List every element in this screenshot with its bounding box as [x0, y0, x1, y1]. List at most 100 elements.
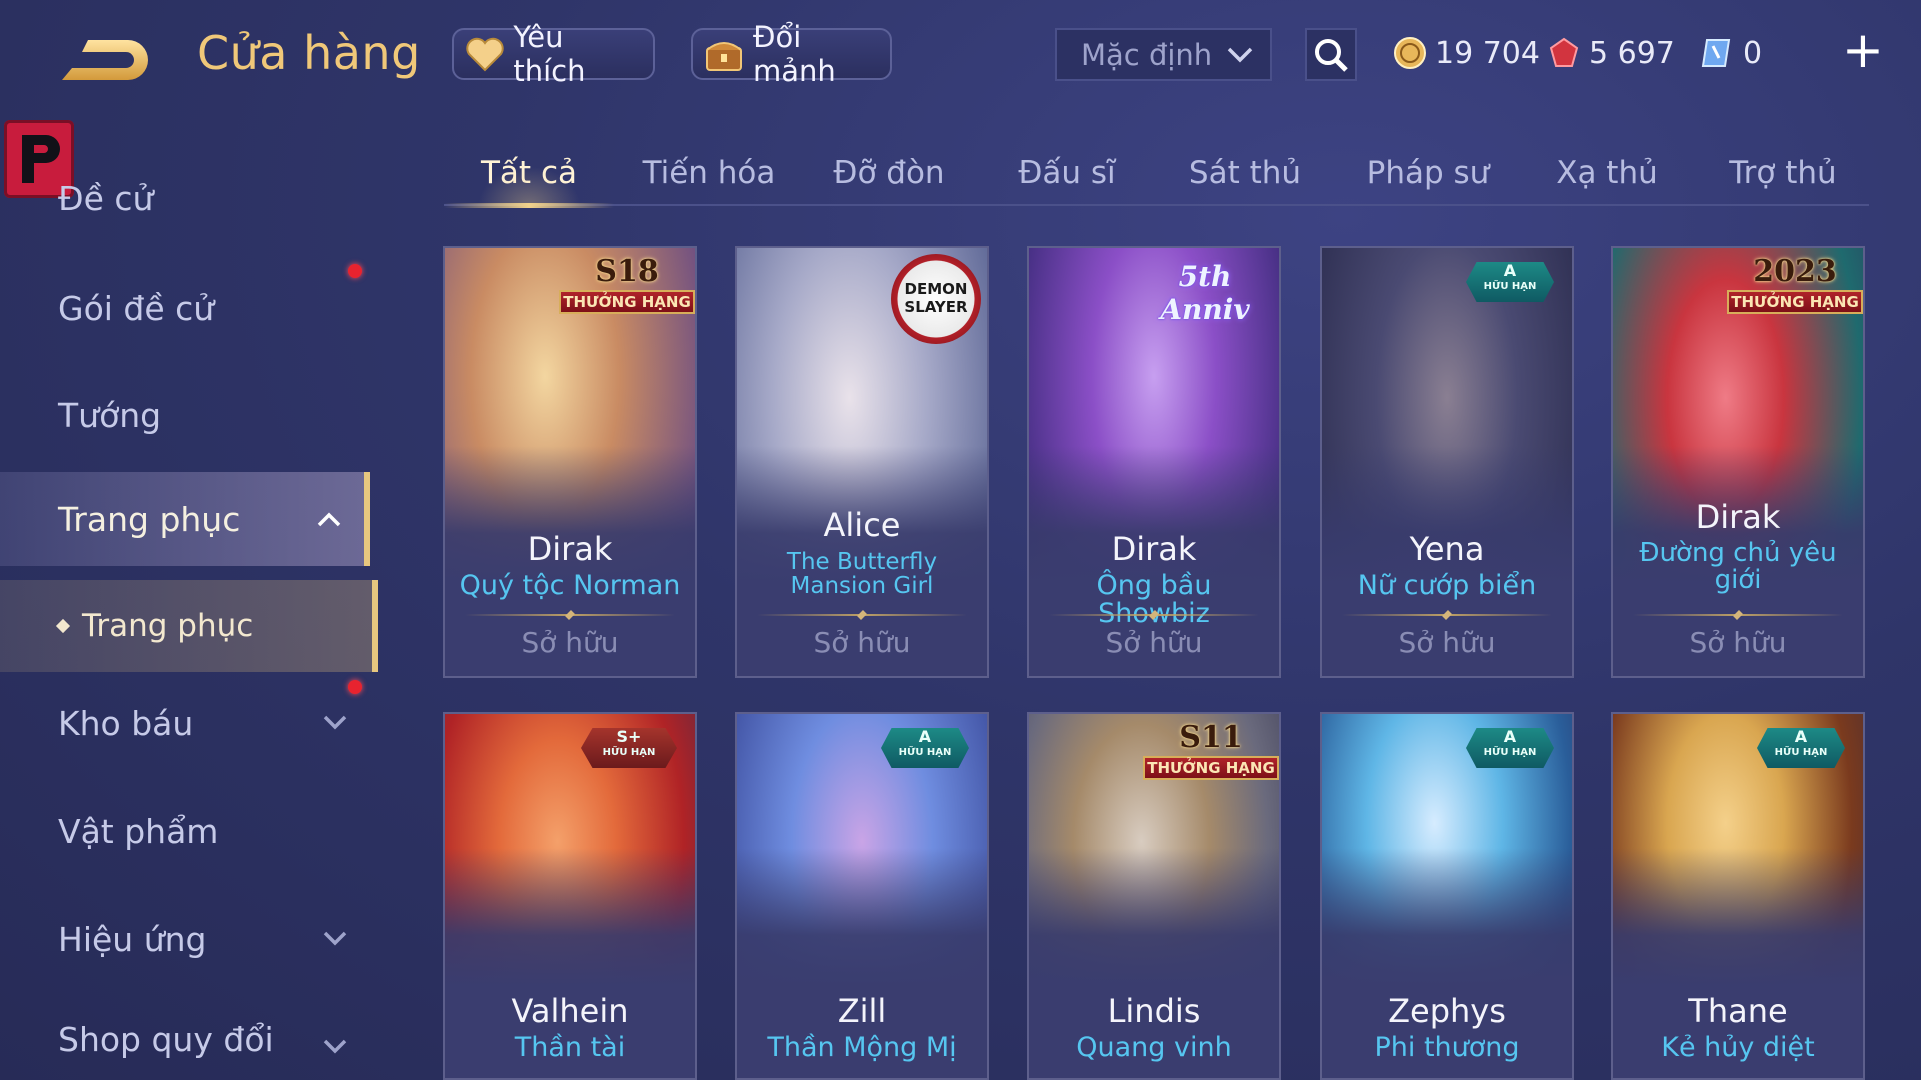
skin-card[interactable]: A HỮU HẠN Zephys Phi thương [1320, 712, 1574, 1080]
hero-name: Dirak [1111, 530, 1197, 568]
limited-badge: A HỮU HẠN [1466, 262, 1554, 302]
skin-card[interactable]: S+ HỮU HẠN Valhein Thần tài [443, 712, 697, 1080]
sort-dropdown[interactable]: Mặc định [1055, 28, 1272, 81]
ruby-currency: 5 697 [1547, 30, 1675, 76]
hero-name: Yena [1409, 530, 1485, 568]
skin-card[interactable]: A HỮU HẠN Thane Kẻ hủy diệt [1611, 712, 1865, 1080]
add-currency-button[interactable]: + [1840, 22, 1886, 78]
sidebar-item-skins[interactable]: Trang phục [0, 472, 370, 566]
tab-all[interactable]: Tất cả [444, 140, 614, 208]
skin-card[interactable]: 2023 THƯỞNG HẠNG Dirak Đường chủ yêu giớ… [1611, 246, 1865, 678]
tab-fighter[interactable]: Đấu sĩ [982, 140, 1152, 206]
sidebar-item-label: Trang phục [58, 499, 241, 539]
divider [1342, 614, 1552, 616]
sidebar-item-heroes[interactable]: Tướng [0, 367, 370, 463]
tab-tank[interactable]: Đỡ đòn [804, 140, 974, 206]
search-icon [1315, 38, 1348, 72]
heart-icon [464, 34, 505, 74]
skin-name: Nữ cướp biển [1357, 570, 1537, 601]
chevron-down-icon [1227, 47, 1253, 62]
owned-status: Sở hữu [1105, 626, 1203, 659]
ruby-icon [1549, 37, 1579, 67]
chevron-down-icon [323, 1039, 347, 1054]
divider [1633, 614, 1843, 616]
chevron-down-icon [323, 715, 347, 730]
exchange-shards-label: Đổi mảnh [753, 20, 836, 88]
skin-name: Thần Mộng Mị [767, 1032, 957, 1063]
sidebar-item-label: Tướng [58, 395, 162, 435]
skin-name: Ông bầu Showbiz [1096, 570, 1212, 628]
sidebar-subitem-label: Trang phục [82, 608, 254, 644]
sidebar-item-label: Gói đề cử [58, 288, 215, 328]
skin-name: Thần tài [514, 1032, 626, 1063]
skin-card[interactable]: 5th Anniv Dirak Ông bầu Showbiz Sở hữu [1027, 246, 1281, 678]
sidebar-item-treasure[interactable]: Kho báu [0, 675, 370, 771]
sidebar: Đề cử Gói đề cử Tướng Trang phục Trang p… [0, 110, 378, 1080]
sidebar-item-label: Kho báu [58, 703, 194, 743]
skin-card[interactable]: A HỮU HẠN Yena Nữ cướp biển Sở hữu [1320, 246, 1574, 678]
hero-name: Zephys [1388, 992, 1506, 1030]
favorites-label: Yêu thích [513, 20, 586, 88]
hero-name: Dirak [1695, 498, 1781, 536]
ruby-amount: 5 697 [1589, 35, 1675, 71]
skin-card[interactable]: S11 THƯỞNG HẠNG Lindis Quang vinh [1027, 712, 1281, 1080]
notification-dot [348, 264, 362, 278]
collab-badge: DEMON SLAYER [891, 254, 981, 344]
tab-marksman[interactable]: Xạ thủ [1522, 140, 1692, 206]
page-title: Cửa hàng [197, 26, 421, 80]
search-button[interactable] [1305, 28, 1357, 81]
sidebar-item-items[interactable]: Vật phẩm [0, 783, 370, 879]
limited-badge: A HỮU HẠN [1757, 728, 1845, 768]
favorites-button[interactable]: Yêu thích [452, 20, 655, 88]
divider [1049, 614, 1259, 616]
skin-name: Quang vinh [1076, 1032, 1232, 1063]
hero-name: Dirak [527, 530, 613, 568]
bullet-diamond-icon [55, 618, 71, 634]
owned-status: Sở hữu [521, 626, 619, 659]
hero-name: Lindis [1107, 992, 1201, 1030]
sidebar-item-recommended[interactable]: Đề cử [0, 150, 370, 246]
skin-card[interactable]: DEMON SLAYER Alice The Butterfly Mansion… [735, 246, 989, 678]
chevron-up-icon [317, 512, 341, 527]
skin-name: The Butterfly Mansion Girl [786, 549, 938, 600]
voucher-currency: 0 [1701, 30, 1762, 76]
voucher-amount: 0 [1743, 35, 1763, 71]
skin-card[interactable]: S18 THƯỞNG HẠNG Dirak Quý tộc Norman Sở … [443, 246, 697, 678]
limited-badge: A HỮU HẠN [881, 728, 969, 768]
back-arrow-icon [62, 40, 148, 80]
limited-badge: A HỮU HẠN [1466, 728, 1554, 768]
chevron-down-icon [323, 931, 347, 946]
rank-reward-badge: S11 THƯỞNG HẠNG [1143, 722, 1279, 780]
sidebar-subitem-skins[interactable]: Trang phục [0, 580, 378, 672]
sidebar-item-exchange-shop[interactable]: Shop quy đổi [0, 999, 370, 1079]
divider [757, 614, 967, 616]
sidebar-item-effects[interactable]: Hiệu ứng [0, 891, 370, 987]
skin-name: Phi thương [1374, 1032, 1520, 1063]
anniversary-badge: 5th Anniv [1160, 260, 1250, 326]
rank-reward-badge: S18 THƯỞNG HẠNG [559, 256, 695, 314]
tab-mage[interactable]: Pháp sư [1338, 140, 1518, 206]
sort-selected-value: Mặc định [1081, 37, 1213, 72]
category-tabs: Tất cả Tiến hóa Đỡ đòn Đấu sĩ Sát thủ Ph… [444, 140, 1869, 208]
hero-name: Valhein [511, 992, 629, 1030]
voucher-icon [1701, 39, 1731, 67]
sidebar-item-label: Đề cử [58, 178, 154, 218]
owned-status: Sở hữu [1689, 626, 1787, 659]
gold-currency: 19 704 [1393, 30, 1540, 76]
skin-name: Đường chủ yêu giới [1639, 538, 1837, 596]
sidebar-item-recommended-packs[interactable]: Gói đề cử [0, 260, 370, 356]
skin-name: Quý tộc Norman [459, 570, 681, 601]
hero-name: Thane [1688, 992, 1788, 1030]
divider [465, 614, 675, 616]
tab-evolution[interactable]: Tiến hóa [624, 140, 794, 206]
skin-name: Kẻ hủy diệt [1661, 1032, 1815, 1063]
skin-card[interactable]: A HỮU HẠN Zill Thần Mộng Mị [735, 712, 989, 1080]
limited-badge: S+ HỮU HẠN [581, 728, 677, 768]
back-button[interactable] [58, 30, 154, 90]
owned-status: Sở hữu [813, 626, 911, 659]
rank-reward-badge: 2023 THƯỞNG HẠNG [1727, 256, 1863, 314]
tab-support[interactable]: Trợ thủ [1698, 140, 1868, 206]
hero-name: Alice [823, 506, 901, 544]
tab-assassin[interactable]: Sát thủ [1160, 140, 1330, 206]
exchange-shards-button[interactable]: Đổi mảnh [691, 20, 892, 88]
